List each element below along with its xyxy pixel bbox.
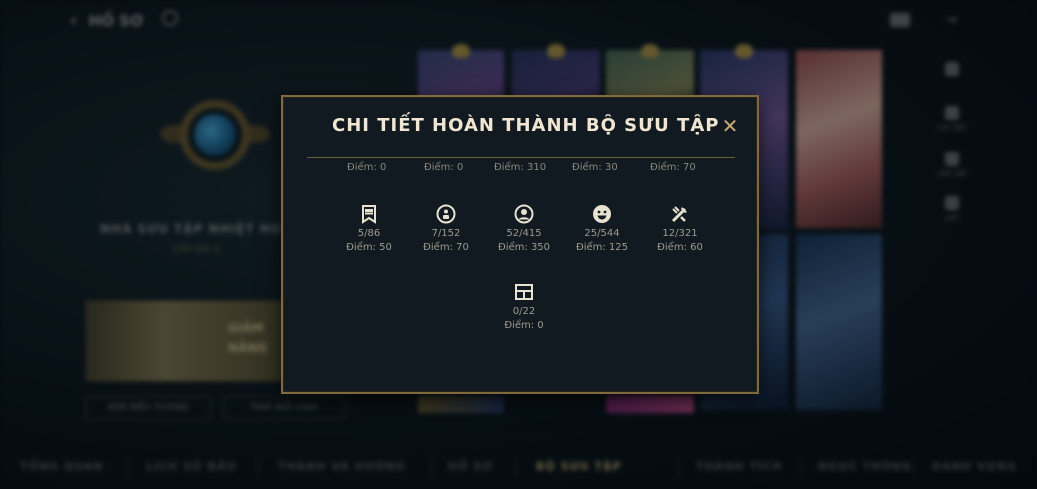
stat-points: Điểm: 125 — [575, 242, 629, 253]
stat-smileys: 25/544 Điểm: 125 — [562, 204, 642, 255]
stat-progress: 12/321 — [662, 228, 698, 239]
stat-progress: 0/22 — [512, 306, 536, 317]
stat-profile-icons: 52/415 Điểm: 350 — [484, 204, 564, 255]
stat-points: Điểm: 70 — [423, 242, 469, 253]
frame-icon — [514, 282, 534, 302]
partial-points-label: Điểm: 310 — [494, 162, 547, 173]
stat-frames: 0/22 Điểm: 0 — [484, 282, 564, 333]
stat-progress: 5/86 — [357, 228, 381, 239]
stat-points: Điểm: 0 — [504, 320, 544, 331]
stat-banners: 5/86 Điểm: 50 — [329, 204, 409, 255]
stat-progress: 52/415 — [506, 228, 542, 239]
stat-ward-skins: 12/321 Điểm: 60 — [640, 204, 720, 255]
stat-points: Điểm: 50 — [346, 242, 392, 253]
stat-points: Điểm: 350 — [497, 242, 551, 253]
partial-points-label: Điểm: 0 — [424, 162, 464, 173]
banner-icon — [359, 204, 379, 224]
collection-details-modal: CHI TIẾT HOÀN THÀNH BỘ SƯU TẬP ✕ Điểm: 0… — [281, 95, 759, 394]
smiley-icon — [592, 204, 612, 224]
partial-points-label: Điểm: 30 — [572, 162, 618, 173]
emote-circle-icon — [436, 204, 456, 224]
close-icon[interactable]: ✕ — [720, 115, 740, 137]
modal-title: CHI TIẾT HOÀN THÀNH BỘ SƯU TẬP — [332, 115, 720, 136]
stat-progress: 7/152 — [431, 228, 461, 239]
partial-points-label: Điểm: 0 — [347, 162, 387, 173]
modal-scroll-area[interactable]: Điểm: 0 Điểm: 0 Điểm: 310 Điểm: 30 Điểm:… — [307, 158, 735, 378]
profile-icon-icon — [514, 204, 534, 224]
partial-points-label: Điểm: 70 — [650, 162, 696, 173]
stat-emotes: 7/152 Điểm: 70 — [406, 204, 486, 255]
ward-skin-icon — [670, 204, 690, 224]
stat-points: Điểm: 60 — [657, 242, 703, 253]
stat-progress: 25/544 — [584, 228, 620, 239]
